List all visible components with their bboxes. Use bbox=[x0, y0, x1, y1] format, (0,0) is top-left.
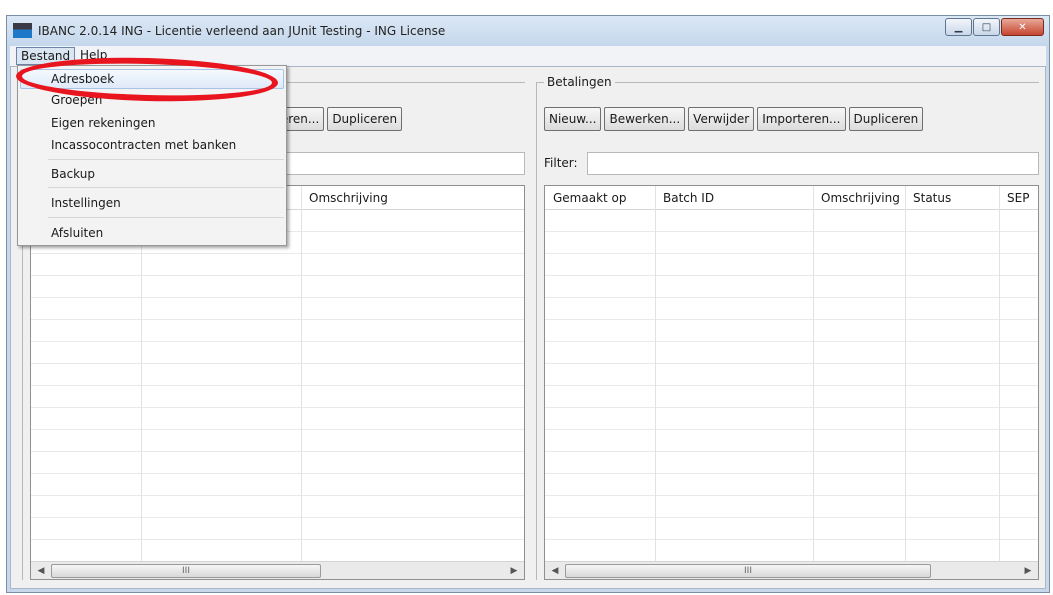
menu-item-instellingen[interactable]: Instellingen bbox=[20, 193, 284, 213]
close-button[interactable]: ✕ bbox=[1001, 18, 1044, 36]
nieuw-button[interactable]: Nieuw... bbox=[544, 107, 602, 131]
left-table-rows bbox=[31, 210, 524, 561]
column-batch-id[interactable]: Batch ID bbox=[655, 186, 813, 210]
column-status[interactable]: Status bbox=[905, 186, 999, 210]
menu-separator bbox=[48, 217, 284, 218]
betalingen-panel: Betalingen Nieuw... Bewerken... Verwijde… bbox=[536, 75, 1039, 580]
left-dupliceren-button[interactable]: Dupliceren bbox=[327, 107, 403, 131]
filter-input[interactable] bbox=[587, 152, 1039, 175]
betalingen-table-header: Gemaakt op Batch ID Omschrijving Status … bbox=[545, 186, 1038, 210]
title-bar: IBANC 2.0.14 ING - Licentie verleend aan… bbox=[7, 16, 1049, 46]
menu-item-backup[interactable]: Backup bbox=[20, 164, 284, 184]
left-column-omschrijving[interactable]: Omschrijving bbox=[301, 186, 524, 210]
dupliceren-button[interactable]: Dupliceren bbox=[848, 107, 924, 131]
scroll-left-arrow-icon[interactable]: ◀ bbox=[33, 564, 49, 578]
betalingen-toolbar: Nieuw... Bewerken... Verwijder Importere… bbox=[544, 107, 924, 131]
betalingen-table-rows bbox=[545, 210, 1038, 561]
menu-separator bbox=[48, 159, 284, 160]
app-icon bbox=[13, 23, 32, 38]
scroll-right-arrow-icon[interactable]: ▶ bbox=[506, 564, 522, 578]
scroll-right-arrow-icon[interactable]: ▶ bbox=[1020, 564, 1036, 578]
betalingen-filter-row: Filter: bbox=[544, 152, 1039, 175]
filter-label: Filter: bbox=[544, 156, 578, 170]
window-title: IBANC 2.0.14 ING - Licentie verleend aan… bbox=[38, 24, 446, 38]
menu-item-eigen-rekeningen[interactable]: Eigen rekeningen bbox=[20, 113, 284, 133]
column-sep[interactable]: SEP bbox=[999, 186, 1038, 210]
window-controls: ▁ □ ✕ bbox=[945, 18, 1044, 36]
scroll-thumb[interactable]: III bbox=[51, 564, 321, 578]
verwijder-button[interactable]: Verwijder bbox=[688, 107, 755, 131]
column-omschrijving[interactable]: Omschrijving bbox=[813, 186, 905, 210]
importeren-button[interactable]: Importeren... bbox=[757, 107, 846, 131]
maximize-button[interactable]: □ bbox=[973, 18, 1000, 36]
left-horizontal-scrollbar[interactable]: ◀ III ▶ bbox=[31, 561, 524, 579]
betalingen-table[interactable]: Gemaakt op Batch ID Omschrijving Status … bbox=[544, 185, 1039, 580]
column-gemaakt-op[interactable]: Gemaakt op bbox=[545, 186, 655, 210]
bewerken-button[interactable]: Bewerken... bbox=[604, 107, 686, 131]
menu-item-incassocontracten[interactable]: Incassocontracten met banken bbox=[20, 135, 284, 155]
scroll-thumb[interactable]: III bbox=[565, 564, 931, 578]
menu-separator bbox=[48, 187, 284, 188]
menu-item-afsluiten[interactable]: Afsluiten bbox=[20, 223, 284, 243]
minimize-button[interactable]: ▁ bbox=[945, 18, 972, 36]
betalingen-group-title: Betalingen bbox=[544, 75, 615, 89]
scroll-left-arrow-icon[interactable]: ◀ bbox=[547, 564, 563, 578]
betalingen-horizontal-scrollbar[interactable]: ◀ III ▶ bbox=[545, 561, 1038, 579]
